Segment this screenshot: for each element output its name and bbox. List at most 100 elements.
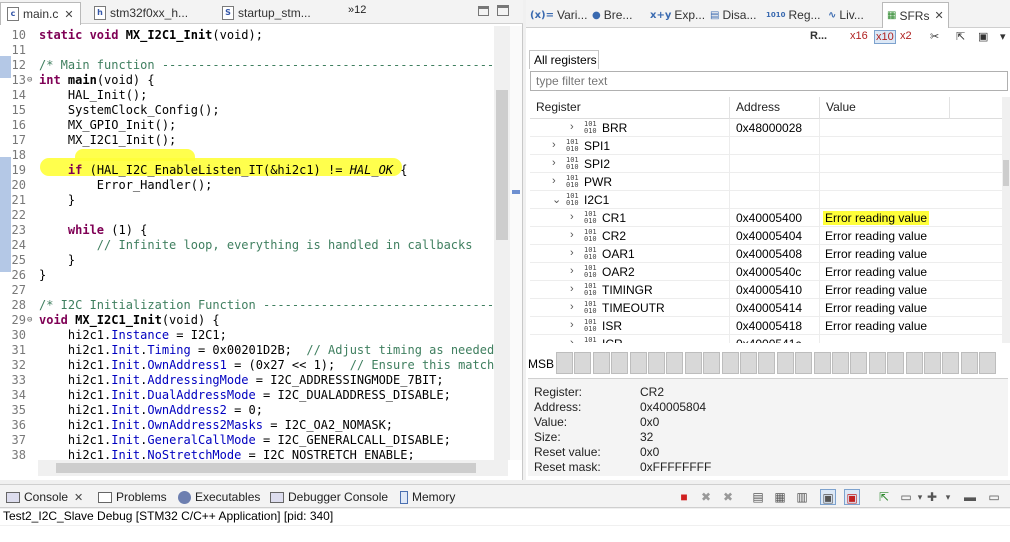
bit-cell[interactable] <box>684 352 702 374</box>
close-icon[interactable]: ✕ <box>64 8 73 21</box>
export-icon[interactable]: ⇱ <box>956 30 965 43</box>
register-vertical-scrollbar[interactable] <box>1002 97 1010 343</box>
chevron-right-icon[interactable]: › <box>570 319 574 331</box>
chevron-right-icon[interactable]: › <box>570 301 574 313</box>
bit-cell[interactable] <box>795 352 813 374</box>
bit-cell[interactable] <box>648 352 665 374</box>
code-line[interactable]: 14 HAL_Init(); <box>0 88 494 103</box>
register-row[interactable]: › 101 010 CR1 0x40005400 Error reading value <box>530 209 1002 227</box>
chevron-right-icon[interactable]: › <box>570 283 574 295</box>
register-value[interactable]: Error reading value <box>825 319 927 333</box>
chevron-right-icon[interactable]: › <box>570 229 574 241</box>
code-line[interactable]: 25 } <box>0 253 494 268</box>
bit-cell[interactable] <box>740 352 757 374</box>
code-line[interactable]: 19 if (HAL_I2C_EnableListen_IT(&hi2c1) !… <box>0 163 494 178</box>
scroll-lock-icon[interactable]: ▦ <box>772 489 788 505</box>
maximize-icon[interactable]: ▭ <box>986 489 1002 505</box>
bit-cell[interactable] <box>666 352 684 374</box>
register-value[interactable]: Error reading value <box>825 283 927 297</box>
register-value[interactable]: Error reading value <box>825 247 927 261</box>
register-row[interactable]: › 101 010 SPI1 <box>530 137 1002 155</box>
remove-all-icon[interactable]: ✖ <box>720 489 736 505</box>
tab-startup[interactable]: S startup_stm... <box>216 2 317 24</box>
tab-variables[interactable]: (x)= Vari... <box>530 5 587 25</box>
tab-all-registers[interactable]: All registers <box>529 50 599 69</box>
code-line[interactable]: 38 hi2c1.Init.NoStretchMode = I2C NOSTRE… <box>0 448 494 460</box>
chevron-right-icon[interactable]: › <box>552 139 556 151</box>
code-line[interactable]: 28 /* I2C Initialization Function -------… <box>0 298 494 313</box>
pin-console-icon[interactable]: ⇱ <box>876 489 892 505</box>
save-icon[interactable]: ▣ <box>978 30 988 43</box>
show-on-output-icon[interactable]: ▣ <box>820 489 836 505</box>
chevron-right-icon[interactable]: › <box>570 211 574 223</box>
register-row[interactable]: › 101 010 TIMINGR 0x40005410 Error reading va… <box>530 281 1002 299</box>
code-line[interactable]: 33 hi2c1.Init.AddressingMode = I2C_ADDRE… <box>0 373 494 388</box>
code-line[interactable]: 21 } <box>0 193 494 208</box>
chevron-right-icon[interactable]: › <box>552 157 556 169</box>
close-icon[interactable]: ✕ <box>74 491 83 504</box>
code-line[interactable]: 34 hi2c1.Init.DualAddressMode = I2C_DUAL… <box>0 388 494 403</box>
fold-icon[interactable]: ⊖ <box>27 73 32 88</box>
bit-cell[interactable] <box>556 352 573 374</box>
code-line[interactable]: 36 hi2c1.Init.OwnAddress2Masks = I2C_OA2… <box>0 418 494 433</box>
code-line[interactable]: 35 hi2c1.Init.OwnAddress2 = 0; <box>0 403 494 418</box>
bit-cell[interactable] <box>832 352 849 374</box>
view-menu-icon[interactable]: ▾ <box>1000 30 1006 43</box>
scroll-thumb[interactable] <box>56 463 476 473</box>
tab-memory[interactable]: Memory <box>400 488 455 506</box>
column-address[interactable]: Address <box>736 100 780 114</box>
register-value[interactable]: Error reading value <box>825 265 927 279</box>
bit-cell[interactable] <box>887 352 905 374</box>
bit-cell[interactable] <box>574 352 592 374</box>
code-line[interactable]: 30 hi2c1.Instance = I2C1; <box>0 328 494 343</box>
open-console-icon[interactable]: ✚ <box>924 489 940 505</box>
code-line[interactable]: 11 <box>0 43 494 58</box>
code-line[interactable]: 23 while (1) { <box>0 223 494 238</box>
tab-expressions[interactable]: x+y Exp... <box>650 5 705 25</box>
bit-cell[interactable] <box>960 352 978 374</box>
code-line[interactable]: 15 SystemClock_Config(); <box>0 103 494 118</box>
register-row[interactable]: › 101010 ICR 0x4000541c <box>530 335 1002 343</box>
register-row[interactable]: › 101 010 TIMEOUTR 0x40005414 Error reading v… <box>530 299 1002 317</box>
code-line[interactable]: 16 MX_GPIO_Init(); <box>0 118 494 133</box>
code-line[interactable]: 22 <box>0 208 494 223</box>
settings-icon[interactable]: ✂ <box>930 30 939 43</box>
code-line[interactable]: 18 <box>0 148 494 163</box>
close-icon[interactable]: ✕ <box>934 9 943 22</box>
column-register[interactable]: Register <box>536 100 581 114</box>
bit-cell[interactable] <box>592 352 610 374</box>
code-line[interactable]: 13 ⊖ int main(void) { <box>0 73 494 88</box>
code-line[interactable]: 24 // Infinite loop, everything is handl… <box>0 238 494 253</box>
register-row[interactable]: › 101 010 OAR1 0x40005408 Error reading value <box>530 245 1002 263</box>
maximize-icon[interactable] <box>497 5 509 16</box>
minimize-icon[interactable]: ▬ <box>962 489 978 505</box>
code-line[interactable]: 29 ⊖ void MX_I2C1_Init(void) { <box>0 313 494 328</box>
binary-format-button[interactable]: x2 <box>900 30 912 42</box>
overview-ruler[interactable] <box>510 26 522 460</box>
code-line[interactable]: 10 static void MX_I2C1_Init(void); <box>0 28 494 43</box>
code-line[interactable]: 12 /* Main function ---------------------… <box>0 58 494 73</box>
chevron-right-icon[interactable]: › <box>570 265 574 277</box>
tab-live-expressions[interactable]: ∿ Liv... <box>828 5 864 25</box>
bit-cell[interactable] <box>942 352 960 374</box>
register-row[interactable]: › 101 010 BRR 0x48000028 <box>530 119 1002 137</box>
minimize-icon[interactable] <box>478 6 489 16</box>
terminate-icon[interactable]: ■ <box>676 489 692 505</box>
clear-console-icon[interactable]: ▤ <box>750 489 766 505</box>
chevron-right-icon[interactable]: › <box>552 175 556 187</box>
console-output[interactable] <box>0 526 1010 542</box>
column-value[interactable]: Value <box>826 100 856 114</box>
bit-cell[interactable] <box>611 352 629 374</box>
code-editor[interactable]: 10 static void MX_I2C1_Init(void); 11 12 /* … <box>0 26 494 460</box>
code-line[interactable]: 31 hi2c1.Init.Timing = 0x00201D2B; // Ad… <box>0 343 494 358</box>
chevron-right-icon[interactable]: › <box>570 247 574 259</box>
code-line[interactable]: 37 hi2c1.Init.GeneralCallMode = I2C_GENE… <box>0 433 494 448</box>
chevron-right-icon[interactable]: › <box>570 337 574 343</box>
code-line[interactable]: 27 <box>0 283 494 298</box>
tab-sfrs[interactable]: ▦ SFRs ✕ <box>882 2 949 28</box>
bit-cell[interactable] <box>868 352 886 374</box>
tab-problems[interactable]: Problems <box>98 488 167 506</box>
bit-cell[interactable] <box>905 352 923 374</box>
fold-icon[interactable]: ⊖ <box>27 313 32 328</box>
hex-format-button[interactable]: x16 <box>850 30 868 42</box>
